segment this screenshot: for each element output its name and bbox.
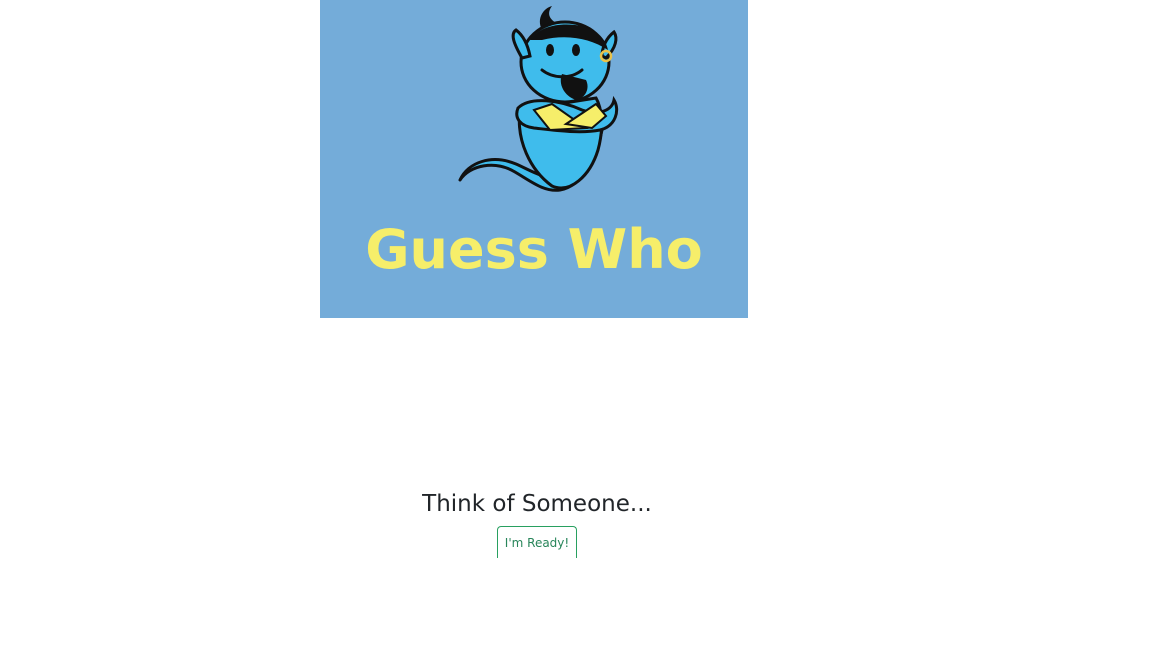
ready-button[interactable]: I'm Ready! [497,526,577,558]
logo-banner: Guess Who [320,0,748,318]
prompt-heading: Think of Someone... [422,491,652,517]
page: Guess Who Think of Someone... I'm Ready! [0,0,1152,648]
logo-title: Guess Who [365,218,703,281]
